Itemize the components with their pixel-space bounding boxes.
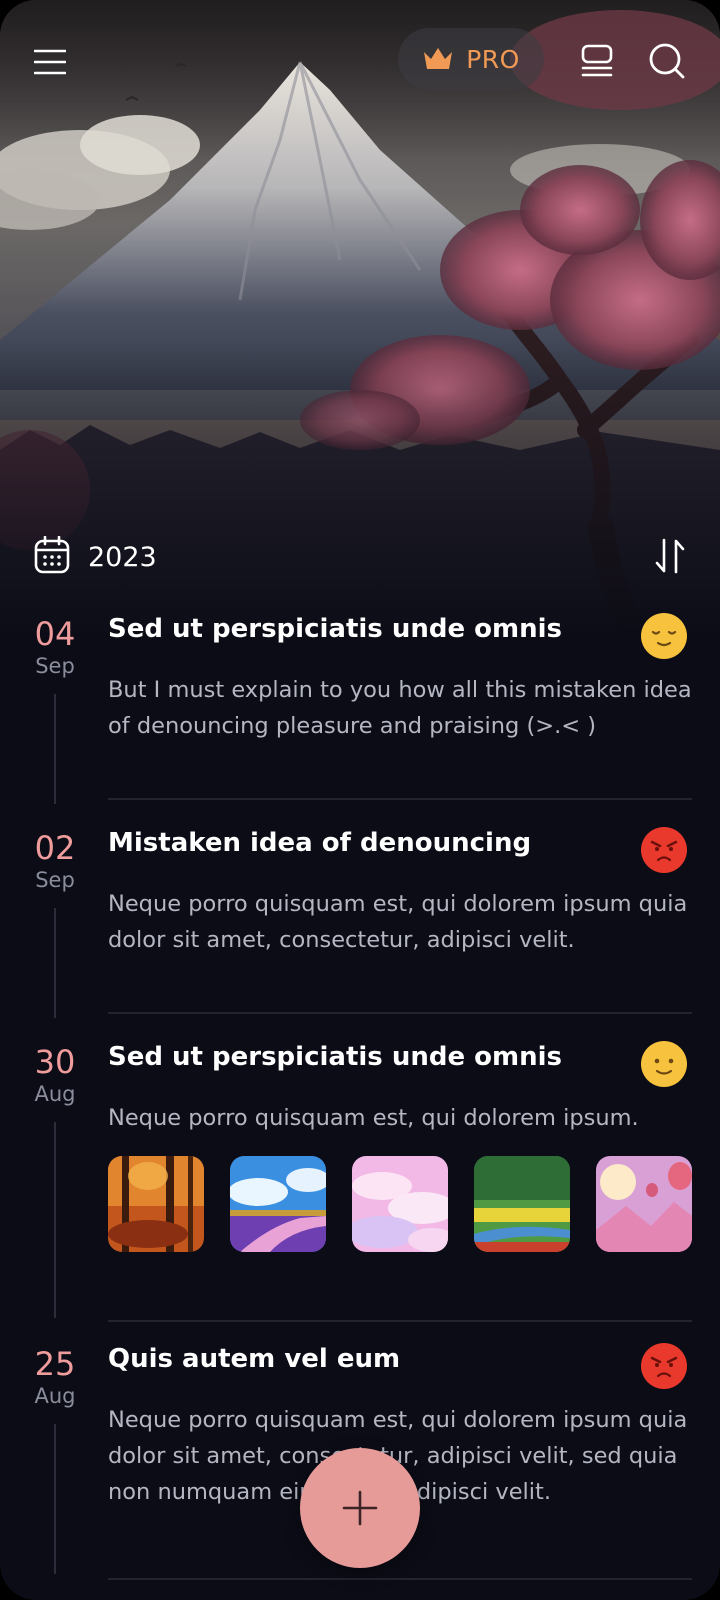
angry-face-icon <box>641 1343 687 1389</box>
entry-date: 02 Sep <box>30 832 80 891</box>
entry-day: 25 <box>34 1345 76 1383</box>
year-filter-row: 2023 <box>32 534 692 582</box>
entry-title: Mistaken idea of denouncing <box>108 828 532 858</box>
angry-face-icon <box>641 827 687 873</box>
entry-body: But I must explain to you how all this m… <box>108 677 692 739</box>
autumn-forest-photo[interactable] <box>108 1156 204 1252</box>
entry-month: Aug <box>34 1384 76 1408</box>
entry-body: Neque porro quisquam est, qui dolorem ip… <box>108 1105 639 1131</box>
sort-button[interactable] <box>648 534 692 578</box>
entry-title: Quis autem vel eum <box>108 1344 401 1374</box>
entry-date: 04 Sep <box>30 618 80 677</box>
sky-river-photo[interactable] <box>230 1156 326 1252</box>
pro-label: PRO <box>466 44 520 74</box>
plus-icon <box>342 1490 378 1526</box>
entry-day: 30 <box>34 1043 76 1081</box>
search-icon <box>649 43 685 79</box>
journal-entry[interactable]: 04 Sep Sed ut perspiciatis unde omnis Bu… <box>0 612 720 812</box>
entry-date: 25 Aug <box>30 1348 80 1407</box>
phone-screen: PRO 2023 04 Sep Sed ut perspiciatis unde… <box>0 0 720 1600</box>
timeline-line <box>54 1122 56 1318</box>
entry-month: Sep <box>35 654 75 678</box>
top-bar: PRO <box>0 0 720 120</box>
timeline-line <box>54 908 56 1018</box>
balloon-sunset-photo[interactable] <box>596 1156 692 1252</box>
add-entry-button[interactable] <box>300 1448 420 1568</box>
entry-divider <box>108 1578 692 1580</box>
entry-date: 30 Aug <box>30 1046 80 1105</box>
green-meadow-photo[interactable] <box>474 1156 570 1252</box>
content-face-icon <box>641 613 687 659</box>
entry-divider <box>108 1012 692 1014</box>
year-picker-button[interactable] <box>34 535 70 578</box>
menu-icon <box>34 49 66 75</box>
entry-month: Sep <box>35 868 75 892</box>
entry-photo-strip <box>108 1156 692 1252</box>
sort-icon <box>655 538 685 574</box>
journal-entry[interactable]: 02 Sep Mistaken idea of denouncing Neque… <box>0 826 720 1026</box>
calendar-icon <box>34 535 70 574</box>
entry-title: Sed ut perspiciatis unde omnis <box>108 1042 562 1072</box>
entry-month: Aug <box>34 1082 76 1106</box>
timeline-line <box>54 1424 56 1574</box>
layout-toggle-button[interactable] <box>574 38 620 84</box>
entry-day: 04 <box>34 615 76 653</box>
crown-icon <box>424 48 453 69</box>
timeline-line <box>54 694 56 804</box>
entry-divider <box>108 1320 692 1322</box>
year-label[interactable]: 2023 <box>88 542 157 573</box>
pro-upgrade-button[interactable]: PRO <box>398 28 544 90</box>
smiling-face-icon <box>641 1041 687 1087</box>
menu-button[interactable] <box>28 40 72 84</box>
entry-day: 02 <box>34 829 76 867</box>
entry-title: Sed ut perspiciatis unde omnis <box>108 614 562 644</box>
search-button[interactable] <box>644 38 690 84</box>
entry-body: Neque porro quisquam est, qui dolorem ip… <box>108 891 688 953</box>
layout-icon <box>581 44 613 77</box>
journal-entry[interactable]: 30 Aug Sed ut perspiciatis unde omnis Ne… <box>0 1040 720 1334</box>
entry-divider <box>108 798 692 800</box>
pink-clouds-photo[interactable] <box>352 1156 448 1252</box>
